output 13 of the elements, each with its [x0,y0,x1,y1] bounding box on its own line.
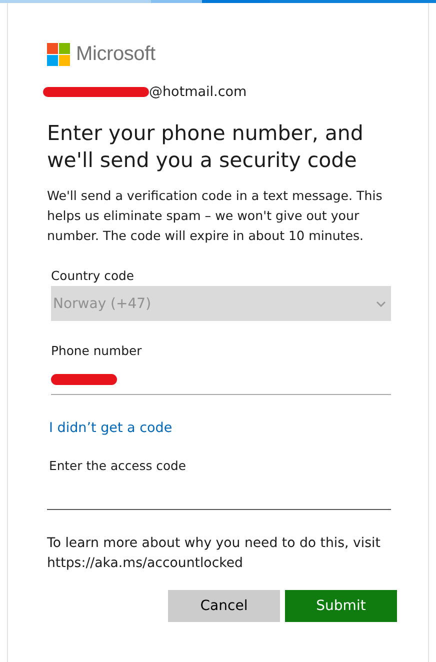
logo-icon [47,43,70,66]
chevron-icon [376,300,386,306]
field-label: Enter the access code [49,458,188,473]
resend-code-link[interactable]: I didn’t get a code [49,420,172,436]
brand-name: Microsoft [76,43,156,66]
email-address: @hotmail.com [149,84,247,100]
cancel-button[interactable]: Cancel [168,590,280,622]
info-text: To learn more about why you need to do this, visit https://aka.ms/accountlocked [47,535,382,573]
field-label: Country code [51,268,136,283]
page-heading: Enter your phone number, and we'll send you a security code [47,120,364,174]
submit-button[interactable]: Submit [285,590,397,622]
description-text: We'll send a verification code in a text message. This helps us eliminate spam – we won't give out your number. The code will expire in about 10 minutes. [47,187,384,245]
field-label: Phone number [51,343,143,358]
